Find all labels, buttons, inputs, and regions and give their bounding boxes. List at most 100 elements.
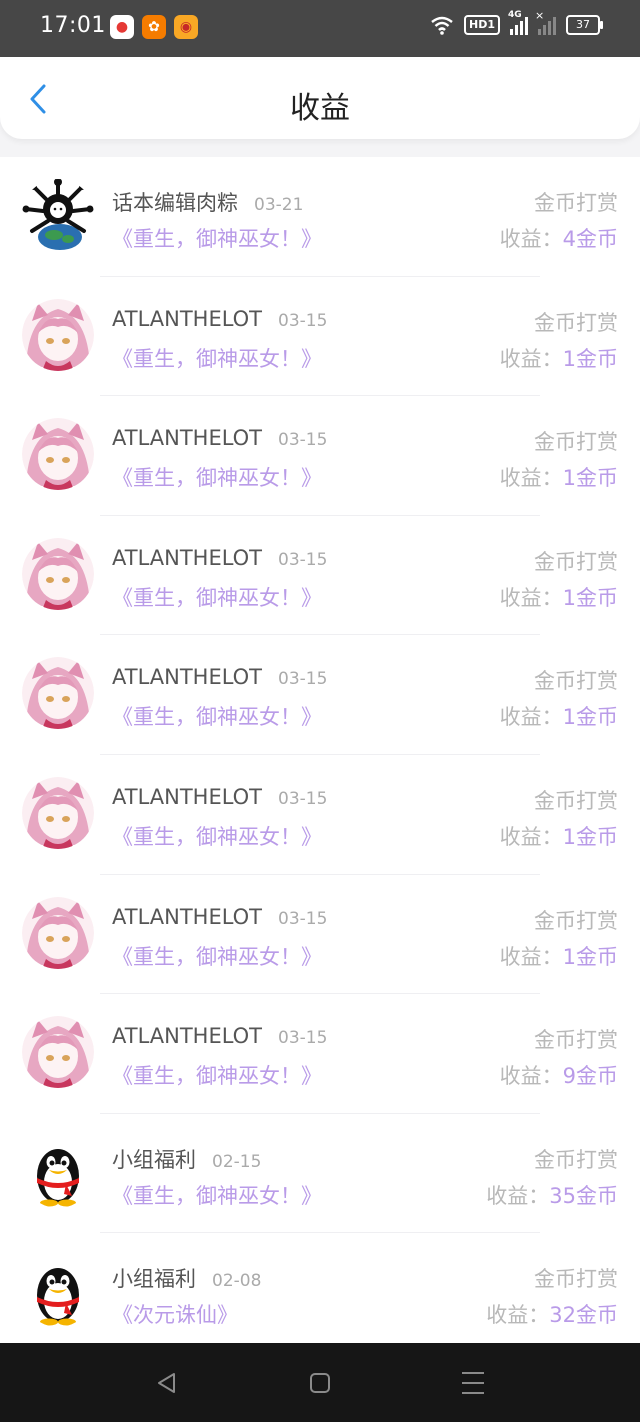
reward-type: 金币打赏 [534,549,618,574]
network-type-label: 4G [508,10,522,20]
user-name-text: ATLANTHELOT [112,904,263,929]
book-title[interactable]: 《重生，御神巫女！》 [112,462,322,492]
earnings-label: 收益： [499,466,563,491]
reward-type: 金币打赏 [534,1028,618,1053]
user-name: 话本编辑肉粽 03-21 [112,187,303,217]
date: 03-15 [278,669,328,690]
date: 03-21 [254,195,304,215]
notification-icons: ● ✿ ◉ [110,15,198,39]
user-name: ATLANTHELOT 03-15 [112,1024,327,1048]
earning-row[interactable]: ATLANTHELOT 03-15 《重生，御神巫女！》 金币打赏 收益：1金币 [0,277,640,397]
date: 03-15 [278,1028,328,1049]
earnings-amount: 1金币 [562,585,618,610]
earning-row[interactable]: ATLANTHELOT 03-15 《重生，御神巫女！》 金币打赏 收益：1金币 [0,635,640,755]
user-name-text: ATLANTHELOT [112,665,263,690]
user-avatar-icon [22,1016,94,1089]
earnings-label: 收益： [499,227,563,251]
page-title: 收益 [290,91,350,126]
book-title[interactable]: 《次元诛仙》 [112,1299,238,1329]
date: 03-15 [278,788,328,809]
weibo-app-icon: ◉ [174,15,198,39]
status-time: 17:01 [40,13,106,38]
signal-icon: 4G [508,10,528,35]
earnings-label: 收益： [499,705,563,730]
book-title[interactable]: 《重生，御神巫女！》 [112,223,322,253]
user-name-text: ATLANTHELOT [112,306,263,331]
user-name-text: ATLANTHELOT [112,426,263,451]
date: 03-15 [278,908,328,929]
avatar[interactable] [22,896,94,969]
user-name: ATLANTHELOT 03-15 [112,905,327,929]
book-title[interactable]: 《重生，御神巫女！》 [112,582,322,612]
avatar[interactable] [22,657,94,730]
avatar[interactable] [22,179,94,251]
editor-avatar-icon [22,179,94,251]
earnings: 收益：4金币 [500,223,618,253]
battery-indicator: 37 [566,15,603,35]
earnings-label: 收益： [499,944,563,969]
nav-back-icon[interactable] [153,1369,181,1397]
avatar[interactable] [22,418,94,491]
nav-menu-icon[interactable] [459,1369,487,1397]
nav-home-icon[interactable] [306,1369,334,1397]
status-bar: 17:01 ● ✿ ◉ HD1 4G × 37 [0,0,640,57]
earnings: 收益：32金币 [486,1299,618,1329]
avatar[interactable] [22,298,94,371]
earnings-amount: 1金币 [562,824,618,849]
book-title[interactable]: 《重生，御神巫女！》 [112,1060,322,1090]
user-name: 小组福利 02-08 [112,1263,261,1293]
reward-type: 金币打赏 [534,430,618,455]
earnings: 收益：1金币 [500,582,618,612]
book-title[interactable]: 《重生，御神巫女！》 [112,1180,322,1210]
user-avatar-icon [22,896,94,969]
navigation-bar [0,1343,640,1422]
reward-type: 金币打赏 [534,1147,618,1172]
avatar[interactable] [22,537,94,610]
user-name: ATLANTHELOT 03-15 [112,665,327,689]
earnings-amount: 1金币 [562,466,618,491]
date: 03-15 [278,310,328,331]
book-title[interactable]: 《重生，御神巫女！》 [112,701,322,731]
earnings-amount: 1金币 [562,705,618,730]
earnings: 收益：9金币 [500,1060,618,1090]
hd-badge: HD1 [464,15,500,35]
earnings-amount: 32金币 [549,1303,618,1328]
earning-row[interactable]: ATLANTHELOT 03-15 《重生，御神巫女！》 金币打赏收益：1金币 [0,516,640,636]
earning-row[interactable]: ATLANTHELOT 03-15 《重生，御神巫女！》 金币打赏收益：1金币 [0,396,640,516]
avatar[interactable] [22,1016,94,1089]
earnings-label: 收益： [486,1183,550,1208]
user-name-text: 小组福利 [112,1267,196,1292]
date: 03-15 [278,549,328,570]
earnings-label: 收益： [499,585,563,610]
header: 收益 [0,57,640,139]
earnings: 收益：1金币 [500,941,618,971]
book-title[interactable]: 《重生，御神巫女！》 [112,941,322,971]
book-title[interactable]: 《重生，御神巫女！》 [112,821,322,851]
earning-row[interactable]: 小组福利 02-08 《次元诛仙》 金币打赏 收益：32金币 [0,1233,640,1353]
date: 03-15 [278,430,328,451]
earnings-amount: 35金币 [549,1183,618,1208]
penguin-avatar-icon [37,1148,79,1207]
earning-row[interactable]: 话本编辑肉粽 03-21 《重生，御神巫女！》 金币打赏 收益：4金币 [0,157,640,277]
reward-type: 金币打赏 [534,908,618,933]
earnings-amount: 1金币 [562,346,618,371]
avatar[interactable] [22,776,94,849]
user-name: ATLANTHELOT 03-15 [112,546,327,570]
earning-row[interactable]: ATLANTHELOT 03-15 《重生，御神巫女！》 金币打赏 收益：1金币 [0,755,640,875]
user-name-text: 话本编辑肉粽 [112,191,238,215]
earnings: 收益：35金币 [486,1180,618,1210]
avatar[interactable] [22,1255,94,1327]
book-title[interactable]: 《重生，御神巫女！》 [112,343,322,373]
earning-row[interactable]: ATLANTHELOT 03-15 《重生，御神巫女！》 金币打赏收益：1金币 [0,875,640,995]
earning-row[interactable]: 小组福利 02-15 《重生，御神巫女！》 金币打赏 收益：35金币 [0,1114,640,1234]
earning-row[interactable]: ATLANTHELOT 03-15 《重生，御神巫女！》 金币打赏收益：9金币 [0,994,640,1114]
earnings-amount: 9金币 [562,1064,618,1089]
avatar[interactable] [22,1136,94,1208]
earnings-amount: 4金币 [562,227,618,251]
earnings: 收益：1金币 [500,821,618,851]
status-indicators: HD1 4G × 37 [430,9,603,35]
user-avatar-icon [22,537,94,610]
reward-type: 金币打赏 [534,310,618,335]
date: 02-15 [212,1151,262,1172]
user-name-text: ATLANTHELOT [112,784,263,809]
